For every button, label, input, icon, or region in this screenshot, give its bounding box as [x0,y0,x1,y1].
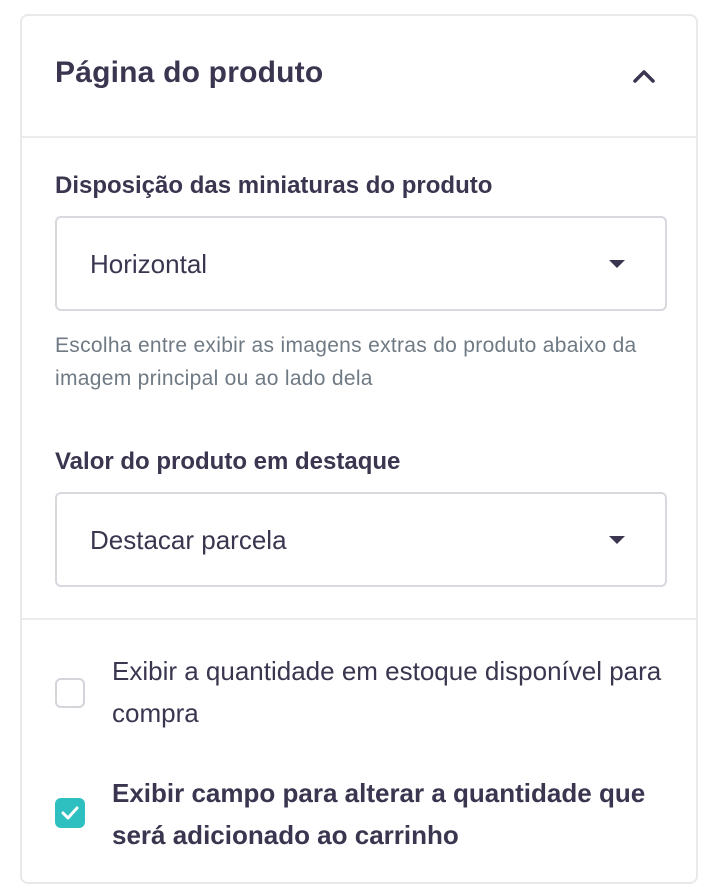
panel-header[interactable]: Página do produto [22,16,696,138]
caret-down-icon [609,536,625,544]
section-divider [22,618,696,620]
checkmark-icon [61,806,79,820]
thumbnails-layout-value: Horizontal [90,249,208,279]
price-highlight-value: Destacar parcela [90,525,287,555]
thumbnails-layout-help: Escolha entre exibir as imagens extras d… [55,334,637,390]
thumbnails-layout-select[interactable]: Horizontal [55,216,667,311]
panel-title: Página do produto [55,56,324,89]
quantity-field-checkbox[interactable] [55,798,85,828]
chevron-up-icon[interactable] [632,68,656,84]
price-highlight-label: Valor do produto em destaque [55,448,401,475]
quantity-field-label: Exibir campo para alterar a quantidade q… [112,778,646,850]
price-highlight-select[interactable]: Destacar parcela [55,492,667,587]
caret-down-icon [609,260,625,268]
show-stock-checkbox[interactable] [55,678,85,708]
thumbnails-layout-label: Disposição das miniaturas do produto [55,172,493,199]
show-stock-label: Exibir a quantidade em estoque disponíve… [112,656,662,728]
product-page-settings-panel: Página do produto Disposição das miniatu… [20,14,698,884]
